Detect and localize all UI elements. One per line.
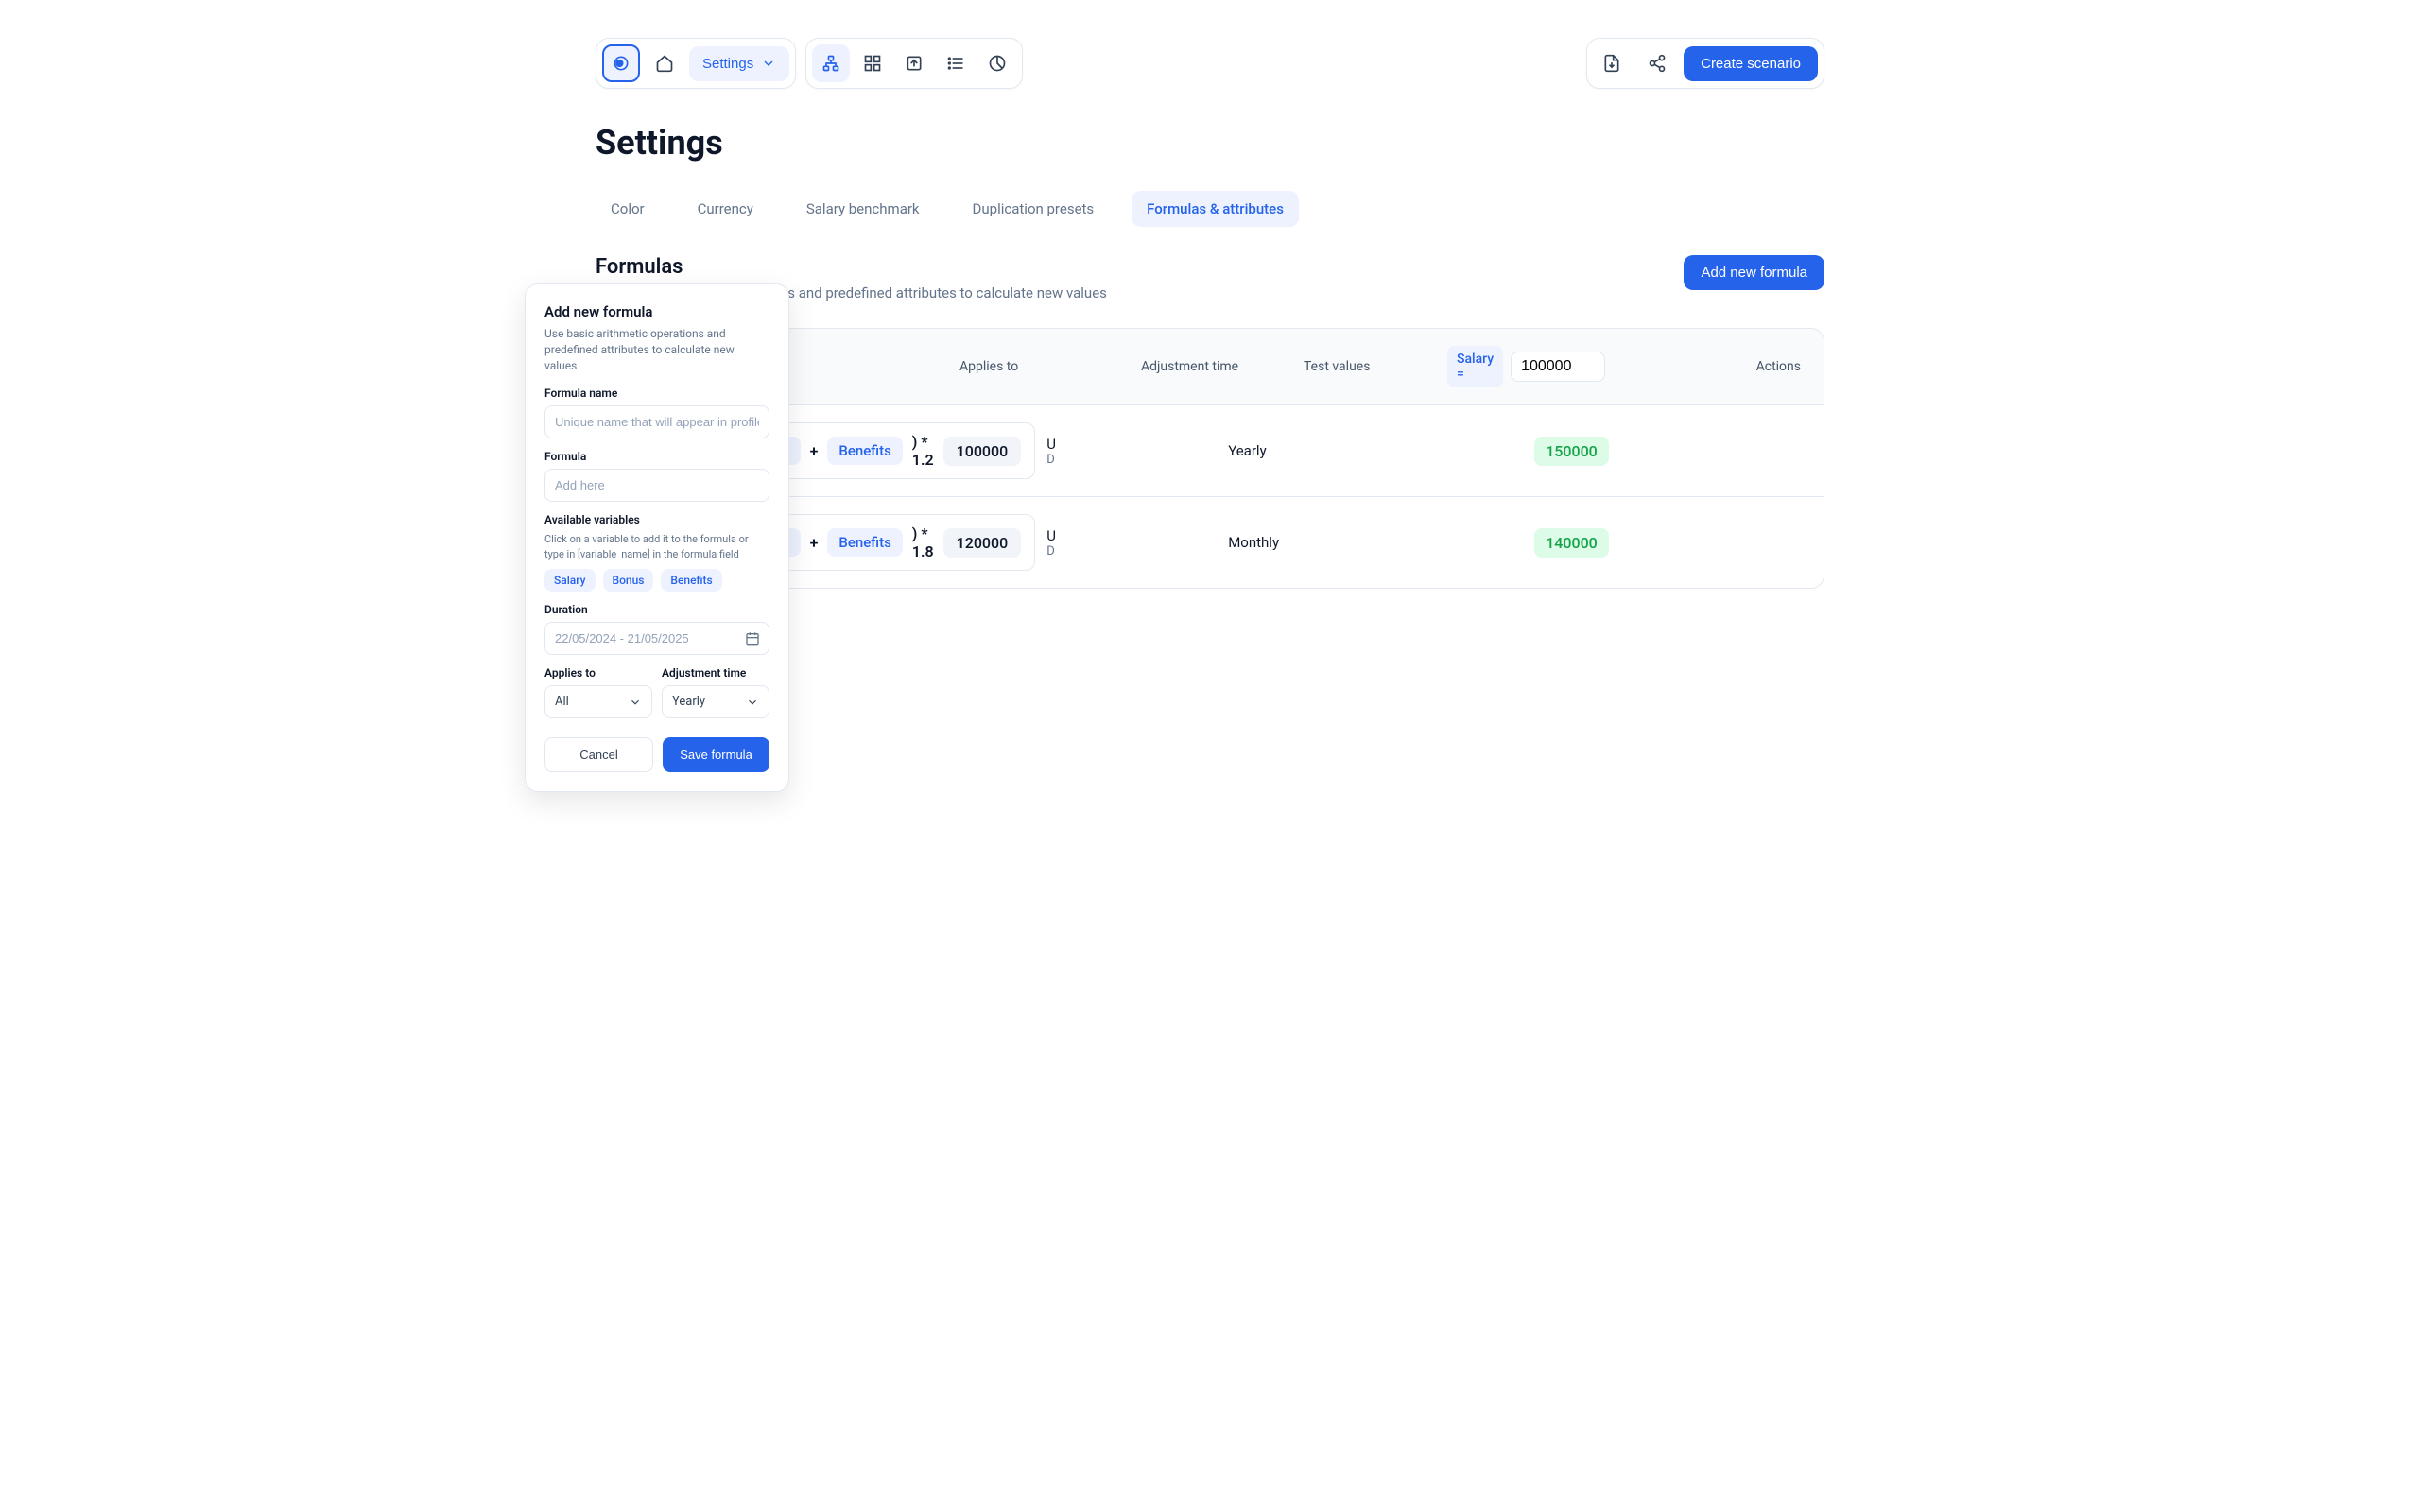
save-formula-button[interactable]: Save formula xyxy=(663,737,769,772)
result-badge: 140000 xyxy=(1534,528,1609,558)
var-chip-salary[interactable]: Salary xyxy=(544,569,596,592)
var-benefits: Benefits xyxy=(827,437,902,465)
edit-icon[interactable] xyxy=(1820,529,1824,556)
salary-label-chip: Salary = xyxy=(1447,346,1503,387)
chevron-down-icon xyxy=(746,696,759,709)
share-icon[interactable] xyxy=(1638,44,1676,82)
create-scenario-button[interactable]: Create scenario xyxy=(1684,46,1818,81)
formula-name-label: Formula name xyxy=(544,387,769,400)
list-view-icon[interactable] xyxy=(937,44,975,82)
tab-duplication-presets[interactable]: Duplication presets xyxy=(958,191,1110,227)
th-actions: Actions xyxy=(1687,359,1801,374)
download-icon[interactable] xyxy=(1593,44,1631,82)
topbar-actions: Create scenario xyxy=(1586,38,1824,89)
duration-input[interactable] xyxy=(544,622,769,655)
view-toolbar xyxy=(805,38,1023,89)
duration-label: Duration xyxy=(544,603,769,616)
th-adjustment: Adjustment time xyxy=(1141,359,1292,374)
settings-dropdown[interactable]: Settings xyxy=(689,46,789,81)
tree-view-icon[interactable] xyxy=(812,44,850,82)
available-vars-hint: Click on a variable to add it to the for… xyxy=(544,532,769,561)
adjustment-time-select[interactable]: Yearly xyxy=(662,685,769,718)
applies-to-select[interactable]: All xyxy=(544,685,652,718)
settings-tabs: Color Currency Salary benchmark Duplicat… xyxy=(596,191,1824,227)
app-logo[interactable] xyxy=(602,44,640,82)
home-icon[interactable] xyxy=(646,44,683,82)
th-test-values: Test values xyxy=(1304,359,1436,374)
applies-to-label: Applies to xyxy=(544,666,652,679)
available-vars-label: Available variables xyxy=(544,513,769,526)
formula-field-label: Formula xyxy=(544,450,769,463)
export-icon[interactable] xyxy=(895,44,933,82)
grid-view-icon[interactable] xyxy=(854,44,891,82)
var-chip-benefits[interactable]: Benefits xyxy=(661,569,721,592)
cancel-button[interactable]: Cancel xyxy=(544,737,653,772)
var-benefits: Benefits xyxy=(827,528,902,557)
chevron-down-icon xyxy=(761,56,776,71)
formula-constant: 120000 xyxy=(943,528,1022,558)
formula-name-input[interactable] xyxy=(544,405,769,438)
add-formula-modal: Add new formula Use basic arithmetic ope… xyxy=(525,284,789,792)
modal-description: Use basic arithmetic operations and pred… xyxy=(544,326,769,373)
tab-salary-benchmark[interactable]: Salary benchmark xyxy=(791,191,935,227)
formula-input[interactable] xyxy=(544,469,769,502)
adjustment-time-label: Adjustment time xyxy=(662,666,769,679)
page-title: Settings xyxy=(596,123,1824,163)
modal-title: Add new formula xyxy=(544,303,769,320)
result-badge: 150000 xyxy=(1534,437,1609,466)
formula-constant: 100000 xyxy=(943,437,1022,466)
var-chip-bonus[interactable]: Bonus xyxy=(603,569,654,592)
chevron-down-icon xyxy=(629,696,642,709)
topbar: Settings Create scenario xyxy=(596,38,1824,89)
test-salary-input[interactable] xyxy=(1511,352,1605,382)
edit-icon[interactable] xyxy=(1820,438,1824,464)
calendar-icon xyxy=(745,631,760,646)
th-applies-to: Applies to xyxy=(959,359,1130,374)
tab-currency[interactable]: Currency xyxy=(683,191,769,227)
add-new-formula-button[interactable]: Add new formula xyxy=(1684,255,1824,290)
tab-formulas-attributes[interactable]: Formulas & attributes xyxy=(1132,191,1299,227)
section-title: Formulas xyxy=(596,255,1107,279)
logo-nav-group: Settings xyxy=(596,38,796,89)
settings-label: Settings xyxy=(702,56,753,72)
tab-color[interactable]: Color xyxy=(596,191,660,227)
chart-icon[interactable] xyxy=(978,44,1016,82)
